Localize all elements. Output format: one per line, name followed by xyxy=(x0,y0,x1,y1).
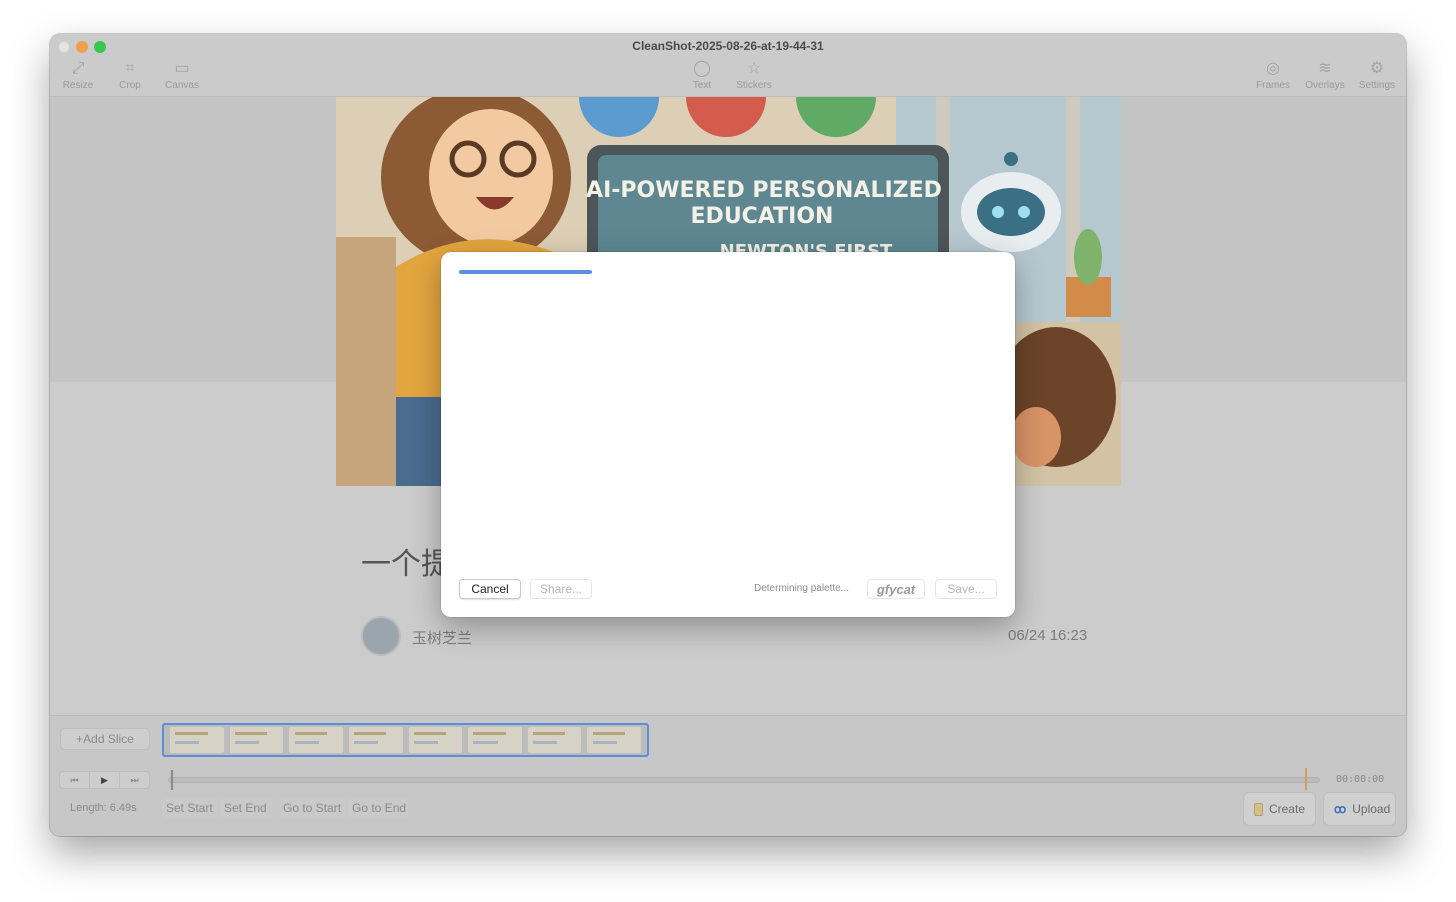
image-headline-2: EDUCATION xyxy=(691,204,834,229)
thumbnail xyxy=(348,727,403,753)
thumbnail xyxy=(468,727,522,753)
thumbnail xyxy=(229,727,284,753)
resize-button[interactable]: ⤢ Resize xyxy=(52,60,104,91)
go-to-end-button[interactable]: Go to End xyxy=(348,798,411,818)
play-icon: ▶ xyxy=(101,774,108,785)
thumbnail xyxy=(527,727,582,753)
start-handle[interactable] xyxy=(171,770,173,790)
next-frame-button[interactable]: ⏭ xyxy=(119,771,150,789)
crop-button[interactable]: ⌗ Crop xyxy=(104,60,156,91)
skip-forward-icon: ⏭ xyxy=(130,774,139,785)
progress-bar xyxy=(459,270,592,274)
thumbnail xyxy=(170,727,224,753)
canvas-icon: ▭ xyxy=(174,60,190,77)
speech-bubble-icon: ◯ xyxy=(693,60,711,77)
add-slice-button[interactable]: +Add Slice xyxy=(60,728,150,750)
scrubber-track[interactable] xyxy=(168,777,1320,783)
layers-icon: ≋ xyxy=(1318,60,1332,77)
skip-back-icon: ⏮ xyxy=(70,774,79,785)
post-timestamp: 06/24 16:23 xyxy=(1008,627,1088,644)
thumbnail-strip[interactable] xyxy=(162,723,649,757)
crop-icon: ⌗ xyxy=(125,60,135,77)
author-name: 玉树芝兰 xyxy=(412,630,473,647)
toolbar: CleanShot-2025-08-26-at-19-44-31 ⤢ Resiz… xyxy=(50,34,1406,97)
document-icon xyxy=(1254,802,1263,816)
avatar xyxy=(361,616,401,656)
frames-icon: ◎ xyxy=(1266,60,1280,77)
export-dialog: Cancel Share... Determining palette... g… xyxy=(441,252,1015,617)
play-button[interactable]: ▶ xyxy=(89,771,120,789)
gfycat-button[interactable]: gfycat xyxy=(867,579,925,599)
status-text: Determining palette... xyxy=(754,583,850,594)
length-label: Length: 6.49s xyxy=(70,802,137,814)
share-button[interactable]: Share... xyxy=(530,579,592,599)
set-start-button[interactable]: Set Start xyxy=(162,798,217,818)
stickers-button[interactable]: ☆ Stickers xyxy=(728,60,780,91)
timecode: 00:00:00 xyxy=(1336,774,1385,785)
resize-icon: ⤢ xyxy=(71,60,85,77)
upload-button[interactable]: ꝏ Upload xyxy=(1323,792,1396,826)
thumbnail xyxy=(408,727,463,753)
cancel-button[interactable]: Cancel xyxy=(459,579,521,599)
page-heading: 一个提 xyxy=(361,548,451,581)
settings-button[interactable]: ⚙ Settings xyxy=(1351,60,1403,91)
thumbnail xyxy=(587,727,641,753)
canvas-button[interactable]: ▭ Canvas xyxy=(156,60,208,91)
set-end-button[interactable]: Set End xyxy=(220,798,271,818)
upload-brand-icon: ꝏ xyxy=(1334,802,1347,816)
window-title: CleanShot-2025-08-26-at-19-44-31 xyxy=(632,39,824,53)
create-button[interactable]: Create xyxy=(1243,792,1316,826)
timeline-panel: +Add Slice ⏮ ▶ ⏭ 00:00:00 Length: 6.49s … xyxy=(50,715,1406,836)
end-handle[interactable] xyxy=(1305,768,1307,790)
image-headline-1: AI-POWERED PERSONALIZED xyxy=(586,178,942,203)
text-button[interactable]: ◯ Text xyxy=(676,60,728,91)
previous-frame-button[interactable]: ⏮ xyxy=(59,771,90,789)
go-to-start-button[interactable]: Go to Start xyxy=(279,798,346,818)
star-icon: ☆ xyxy=(746,60,762,77)
frames-button[interactable]: ◎ Frames xyxy=(1247,60,1299,91)
overlays-button[interactable]: ≋ Overlays xyxy=(1299,60,1351,91)
gear-icon: ⚙ xyxy=(1369,60,1385,77)
save-button[interactable]: Save... xyxy=(935,579,997,599)
thumbnail xyxy=(289,727,343,753)
